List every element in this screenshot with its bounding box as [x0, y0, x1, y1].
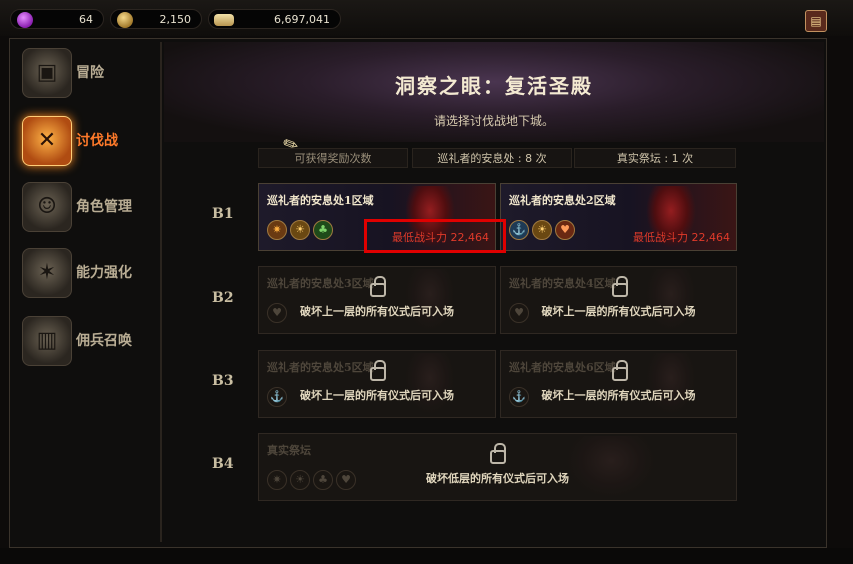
true-altar-count: 真实祭坛 : 1 次: [574, 148, 736, 168]
sidebar-item-label: 佣兵召唤: [76, 333, 132, 349]
dungeon-card-b1-2[interactable]: 巡礼者的安息处2区域 ⚓ ☀ ♥ 最低战斗力 22,464: [500, 183, 737, 251]
chest-icon: ▥: [22, 316, 72, 366]
lock-message: 破坏上一层的所有仪式后可入场: [300, 305, 454, 318]
bottom-strip: [0, 548, 853, 564]
nature-element-icon: ♣: [313, 220, 333, 240]
page-subtitle: 请选择讨伐战地下城。: [433, 114, 554, 128]
dungeon-name: 巡礼者的安息处2区域: [509, 194, 616, 207]
lock-icon: [370, 276, 386, 297]
sidebar-item-label: 冒险: [76, 65, 104, 81]
gold-bar-icon: [214, 14, 234, 26]
sidebar-item-label: 讨伐战: [76, 133, 118, 149]
fire-element-icon: ✷: [267, 220, 287, 240]
lock-icon: [612, 360, 628, 381]
gold-counter: 6,697,041: [208, 9, 341, 29]
dungeon-name: 真实祭坛: [267, 444, 311, 457]
crossed-swords-icon: ✕: [22, 116, 72, 166]
boss-portrait: [646, 353, 696, 415]
floor-label-b4: B4: [212, 456, 234, 472]
dungeon-name: 巡礼者的安息处4区域: [509, 277, 616, 290]
min-power-label: 最低战斗力 22,464: [633, 231, 730, 244]
light-element-icon: ☀: [532, 220, 552, 240]
gem-counter: 64: [10, 9, 104, 29]
highlight-box: [364, 219, 506, 253]
dungeon-card-b4: 真实祭坛 ✷ ☀ ♣ ♥ 破坏低层的所有仪式后可入场: [258, 433, 737, 501]
sidebar-item-character[interactable]: ☺ 角色管理: [22, 182, 152, 234]
book-icon: ▣: [22, 48, 72, 98]
dungeon-name: 巡礼者的安息处3区域: [267, 277, 374, 290]
dungeon-card-b2-1: 巡礼者的安息处3区域 ♥ 破坏上一层的所有仪式后可入场: [258, 266, 496, 334]
header-banner: 洞察之眼：复活圣殿 请选择讨伐战地下城。: [164, 42, 824, 142]
character-icon: ☺: [22, 182, 72, 232]
sidebar-item-enhance[interactable]: ✶ 能力强化: [22, 248, 152, 300]
sidebar: ▣ 冒险 ✕ 讨伐战 ☺ 角色管理 ✶ 能力强化 ▥ 佣兵召唤: [12, 42, 157, 542]
sidebar-item-summon[interactable]: ▥ 佣兵召唤: [22, 316, 152, 368]
floor-label-b3: B3: [212, 373, 234, 389]
boss-portrait: [646, 269, 696, 331]
shuriken-icon: ✶: [22, 248, 72, 298]
sidebar-item-label: 角色管理: [76, 199, 132, 215]
resource-bar: 64 2,150 6,697,041 ▤: [0, 0, 853, 36]
light-element-icon: ☀: [290, 220, 310, 240]
reward-count-label: 可获得奖励次数: [258, 148, 408, 168]
dungeon-name: 巡礼者的安息处5区域: [267, 361, 374, 374]
lock-icon: [612, 276, 628, 297]
water-element-icon: ⚓: [509, 220, 529, 240]
purple-gem-icon: [17, 12, 33, 28]
sidebar-item-raid[interactable]: ✕ 讨伐战: [22, 116, 152, 168]
gold-coin-icon: [117, 12, 133, 28]
heart-element-icon: ♥: [555, 220, 575, 240]
sidebar-item-label: 能力强化: [76, 265, 132, 281]
lock-icon: [490, 443, 506, 464]
coin-count: 2,150: [159, 13, 192, 26]
lock-message: 破坏低层的所有仪式后可入场: [426, 472, 569, 485]
boss-portrait: [405, 269, 455, 331]
gem-count: 64: [79, 13, 93, 26]
lock-icon: [370, 360, 386, 381]
lock-message: 破坏上一层的所有仪式后可入场: [541, 389, 696, 402]
gold-count: 6,697,041: [274, 13, 330, 26]
dungeon-card-b3-1: 巡礼者的安息处5区域 ⚓ 破坏上一层的所有仪式后可入场: [258, 350, 496, 418]
dungeon-card-b3-2: 巡礼者的安息处6区域 ⚓ 破坏上一层的所有仪式后可入场: [500, 350, 737, 418]
sidebar-item-adventure[interactable]: ▣ 冒险: [22, 48, 152, 100]
lock-message: 破坏上一层的所有仪式后可入场: [541, 305, 696, 318]
boss-portrait: [405, 353, 455, 415]
dungeon-name: 巡礼者的安息处1区域: [267, 194, 374, 207]
dungeon-card-b2-2: 巡礼者的安息处4区域 ♥ 破坏上一层的所有仪式后可入场: [500, 266, 737, 334]
quest-scroll-icon[interactable]: ▤: [805, 10, 827, 32]
boss-portrait: [566, 436, 656, 498]
floor-label-b2: B2: [212, 290, 234, 306]
floor-label-b1: B1: [212, 206, 234, 222]
dungeon-name: 巡礼者的安息处6区域: [509, 361, 616, 374]
coin-counter: 2,150: [110, 9, 202, 29]
page-title: 洞察之眼：复活圣殿: [395, 74, 593, 98]
pilgrim-rest-count: 巡礼者的安息处 : 8 次: [412, 148, 572, 168]
lock-message: 破坏上一层的所有仪式后可入场: [300, 389, 454, 402]
sidebar-divider: [160, 42, 162, 542]
